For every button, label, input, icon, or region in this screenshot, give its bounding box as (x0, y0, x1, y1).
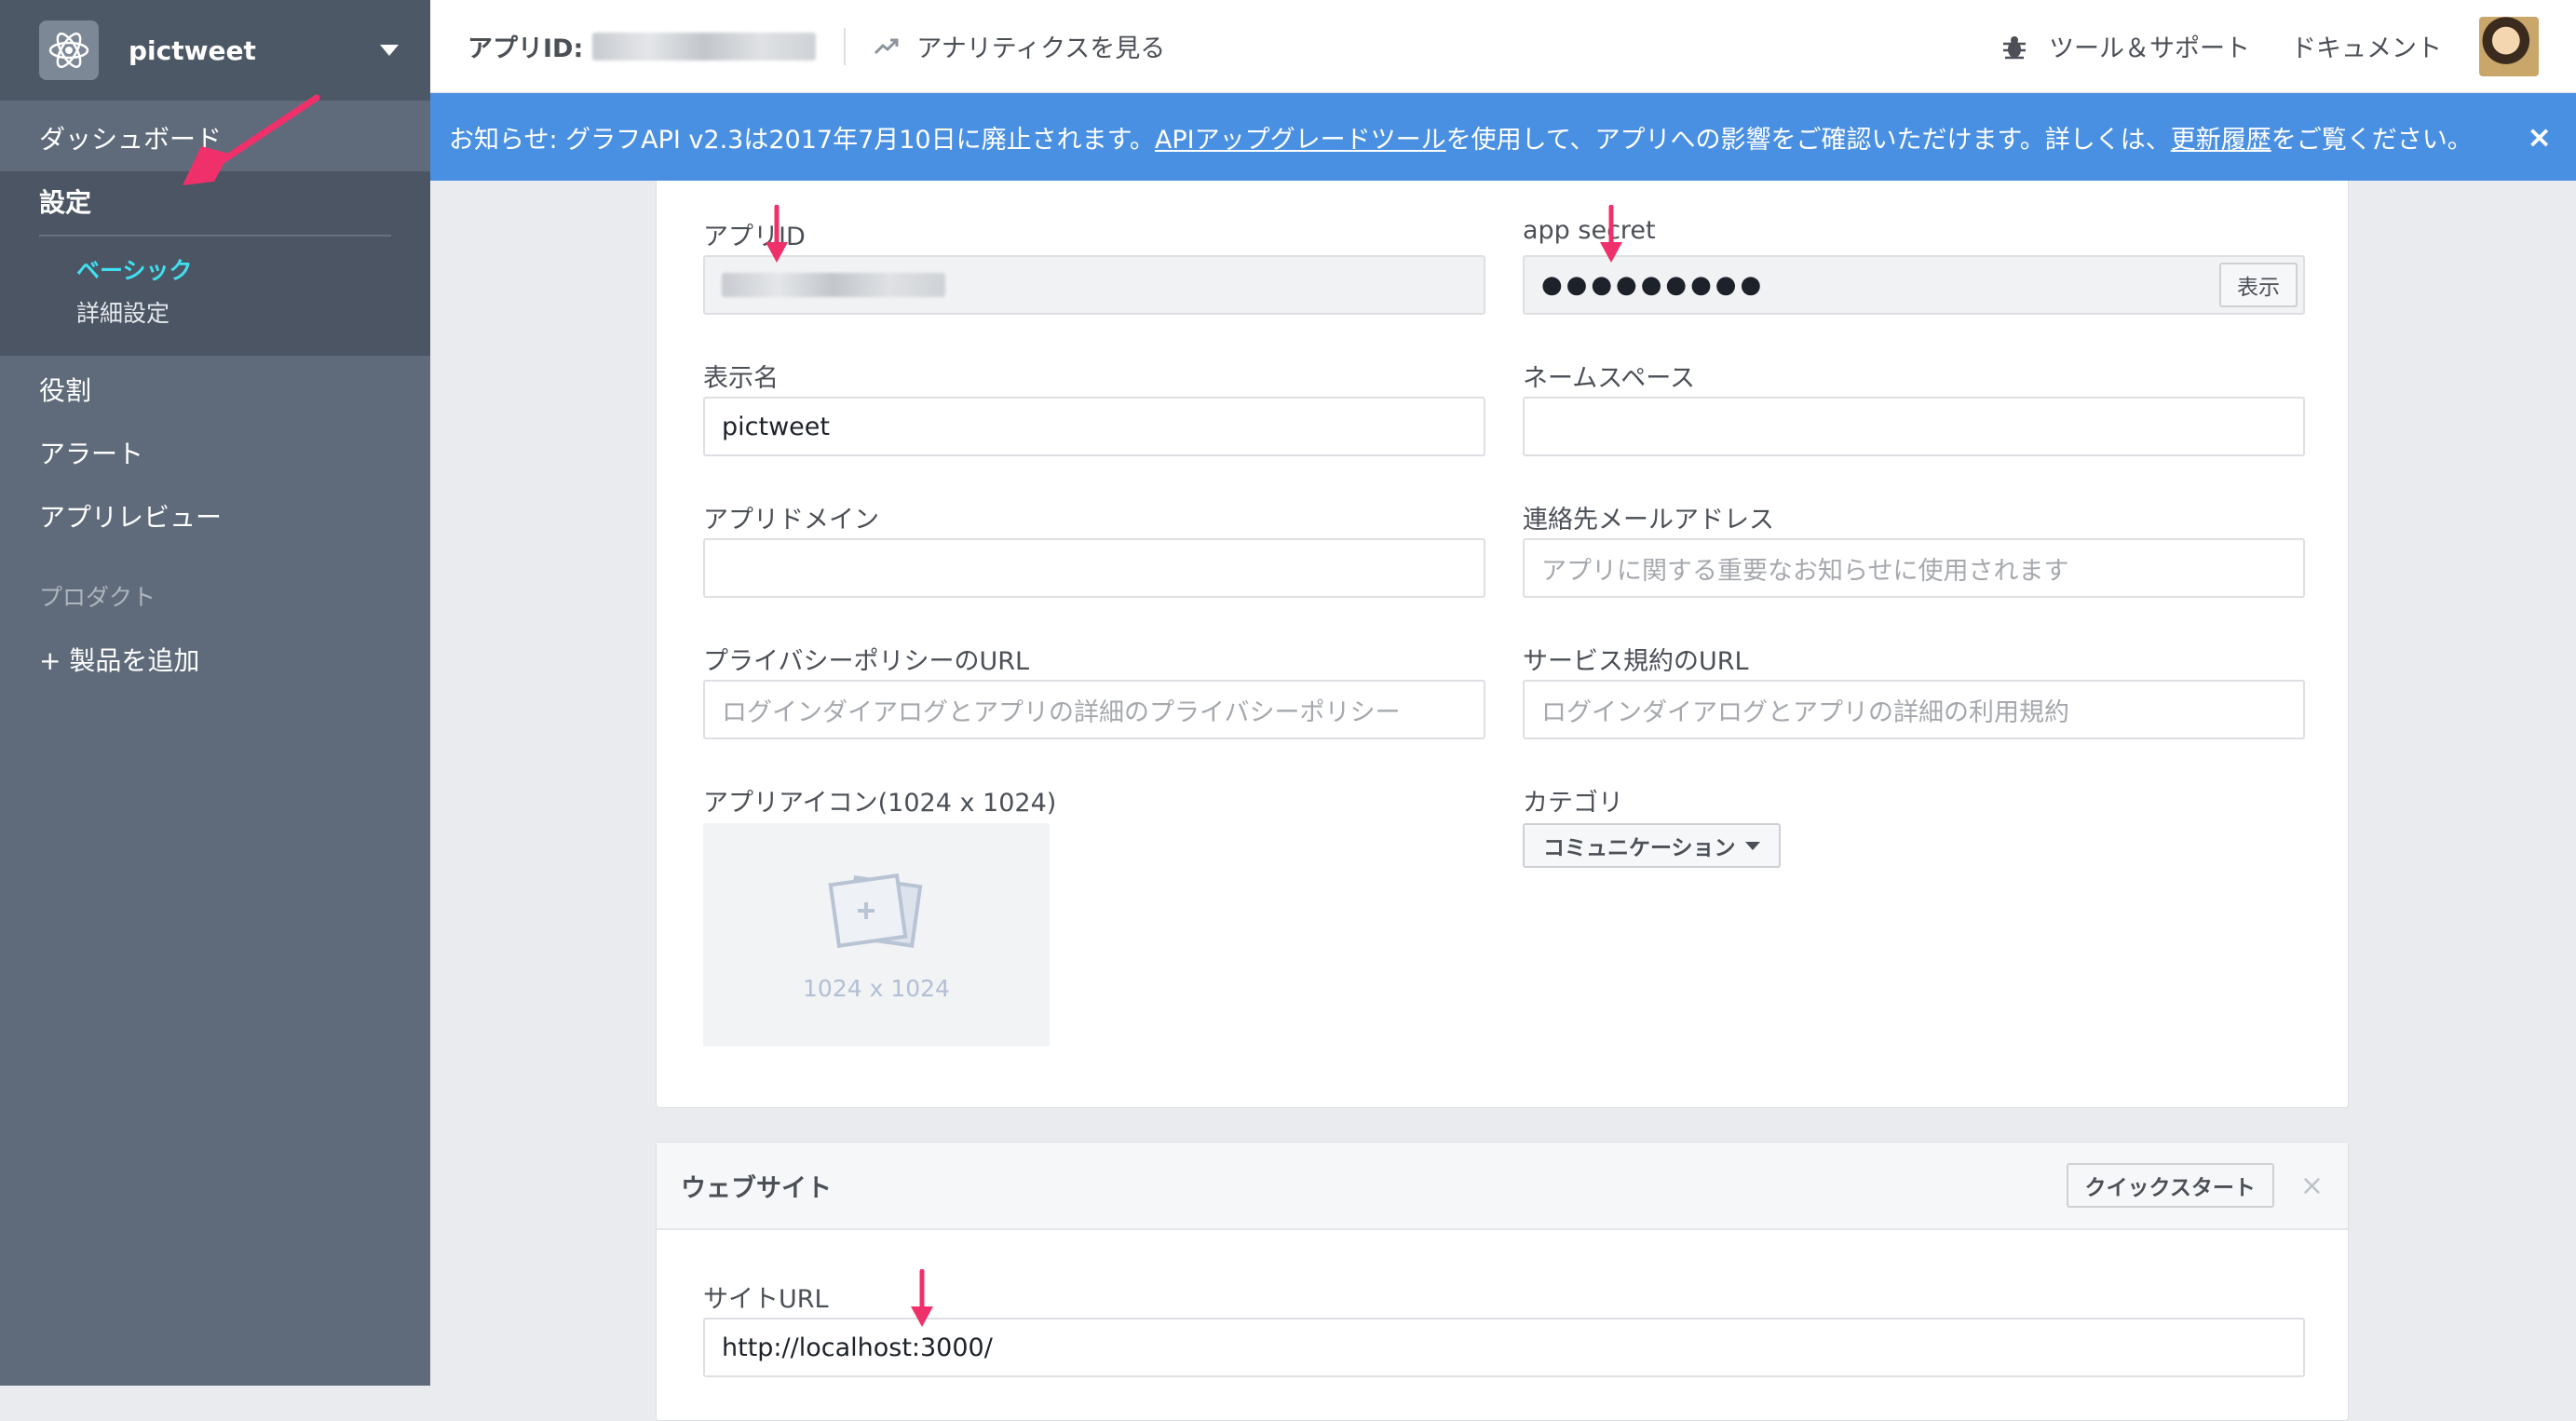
app-id-value-redacted (592, 32, 817, 61)
analytics-label: アナリティクスを見る (916, 34, 1166, 63)
category-label: カテゴリ (1523, 789, 1623, 818)
app-id-label: アプリID: (468, 34, 584, 63)
sidebar: pictweet ダッシュボード 設定 ベーシック 詳細設定 役割 アラート ア… (0, 0, 430, 1386)
site-url-input[interactable]: http://localhost:3000/ (703, 1318, 2305, 1377)
category-dropdown[interactable]: コミュニケーション (1523, 823, 1781, 868)
sidebar-subitem-advanced[interactable]: 詳細設定 (0, 292, 430, 335)
site-url-value: http://localhost:3000/ (722, 1333, 993, 1362)
annotation-arrow (911, 1269, 933, 1327)
basic-settings-card: アプリID app secret ●●●●●●●●● 表示 表示名 pictwe… (656, 181, 2349, 1108)
annotation-arrow (766, 205, 788, 263)
trend-up-icon (874, 38, 899, 54)
namespace-input[interactable] (1523, 397, 2305, 456)
category-value: コミュニケーション (1543, 836, 1736, 860)
deprecation-notice: お知らせ: グラフAPI v2.3は2017年7月10日に廃止されます。 API… (430, 93, 2576, 181)
app-icon-field: アプリアイコン(1024 x 1024) 1024 x 1024 (703, 782, 1056, 1047)
tos-url-field: サービス規約のURL ログインダイアログとアプリの詳細の利用規約 (1523, 641, 2305, 739)
sidebar-item-app-review[interactable]: アプリレビュー (0, 486, 430, 549)
sidebar-divider (39, 235, 391, 237)
chevron-down-icon[interactable] (380, 45, 399, 56)
docs-link[interactable]: ドキュメント (2291, 28, 2442, 64)
site-url-field: サイトURL http://localhost:3000/ (703, 1279, 2305, 1377)
tos-url-placeholder: ログインダイアログとアプリの詳細の利用規約 (1541, 697, 2069, 727)
close-icon[interactable]: × (2300, 1170, 2324, 1202)
website-platform-card: ウェブサイト クイックスタート × サイトURL http://localhos… (656, 1142, 2349, 1421)
show-secret-button[interactable]: 表示 (2219, 263, 2298, 307)
topbar-right: ツール＆サポート ドキュメント (2000, 16, 2539, 76)
tools-support-link[interactable]: ツール＆サポート (2049, 28, 2250, 64)
app-domains-field: アプリドメイン (703, 499, 1485, 598)
display-name-value: pictweet (722, 412, 830, 441)
tos-url-input[interactable]: ログインダイアログとアプリの詳細の利用規約 (1523, 680, 2305, 739)
notice-text-prefix: お知らせ: グラフAPI v2.3は2017年7月10日に廃止されます。 (449, 125, 1155, 155)
app-domains-input[interactable] (703, 538, 1485, 598)
app-secret-masked: ●●●●●●●●● (1541, 271, 1766, 299)
privacy-url-placeholder: ログインダイアログとアプリの詳細のプライバシーポリシー (722, 697, 1401, 727)
tos-url-label: サービス規約のURL (1523, 647, 1749, 676)
contact-email-label: 連絡先メールアドレス (1523, 506, 1774, 535)
app-id-field: アプリID (703, 216, 1485, 315)
sidebar-settings-group: 設定 ベーシック 詳細設定 (0, 171, 430, 356)
app-name: pictweet (129, 34, 256, 66)
add-product-link[interactable]: + 製品を追加 (0, 629, 430, 693)
site-url-label: サイトURL (703, 1285, 829, 1314)
image-placeholder-icon (828, 873, 923, 948)
notice-text-suffix: をご覧ください。 (2271, 125, 2473, 155)
annotation-arrow (183, 94, 320, 185)
notice-text-middle: を使用して、アプリへの影響をご確認いただけます。詳しくは、 (1445, 125, 2171, 155)
changelog-link[interactable]: 更新履歴 (2171, 119, 2271, 156)
quickstart-button[interactable]: クイックスタート (2066, 1163, 2274, 1208)
privacy-url-field: プライバシーポリシーのURL ログインダイアログとアプリの詳細のプライバシーポリ… (703, 641, 1485, 739)
app-icon-label: アプリアイコン(1024 x 1024) (703, 789, 1057, 818)
app-secret-field: app secret ●●●●●●●●● 表示 (1523, 216, 2305, 315)
caret-down-icon (1744, 841, 1760, 850)
analytics-link[interactable]: アナリティクスを見る (874, 28, 1165, 64)
app-secret-field-label: app secret (1523, 216, 1656, 245)
contact-email-placeholder: アプリに関する重要なお知らせに使用されます (1541, 556, 2069, 586)
atom-icon (39, 20, 99, 80)
avatar[interactable] (2479, 16, 2539, 76)
privacy-url-input[interactable]: ログインダイアログとアプリの詳細のプライバシーポリシー (703, 680, 1485, 739)
bug-icon[interactable] (2000, 33, 2028, 61)
app-id-field-label: アプリID (703, 223, 806, 251)
annotation-arrow (1600, 205, 1622, 263)
website-title: ウェブサイト (681, 1173, 832, 1203)
category-field: カテゴリ コミュニケーション (1523, 782, 1781, 868)
sidebar-section-products: プロダクト (39, 584, 156, 611)
app-switcher[interactable]: pictweet (0, 0, 430, 101)
privacy-url-label: プライバシーポリシーのURL (703, 647, 1030, 676)
topbar: アプリID: アナリティクスを見る ツール＆サポート ドキュメント (430, 0, 2576, 93)
app-id-input[interactable] (703, 255, 1485, 315)
topbar-divider (844, 27, 847, 65)
app-icon-size: 1024 x 1024 (803, 974, 950, 1002)
website-card-header: ウェブサイト クイックスタート × (657, 1143, 2348, 1230)
namespace-field: ネームスペース (1523, 358, 2305, 456)
app-domains-label: アプリドメイン (703, 506, 879, 535)
display-name-input[interactable]: pictweet (703, 397, 1485, 456)
app-id-redacted (722, 273, 945, 297)
contact-email-field: 連絡先メールアドレス アプリに関する重要なお知らせに使用されます (1523, 499, 2305, 598)
display-name-label: 表示名 (703, 364, 779, 393)
close-icon[interactable]: × (2521, 119, 2557, 155)
app-secret-input[interactable]: ●●●●●●●●● 表示 (1523, 255, 2305, 315)
sidebar-item-alerts[interactable]: アラート (0, 423, 430, 486)
api-upgrade-tool-link[interactable]: APIアップグレードツール (1155, 119, 1446, 156)
contact-email-input[interactable]: アプリに関する重要なお知らせに使用されます (1523, 538, 2305, 598)
sidebar-subitem-basic[interactable]: ベーシック (0, 250, 430, 292)
sidebar-item-roles[interactable]: 役割 (0, 359, 430, 423)
namespace-label: ネームスペース (1523, 364, 1695, 393)
app-icon-upload[interactable]: 1024 x 1024 (703, 823, 1050, 1047)
display-name-field: 表示名 pictweet (703, 358, 1485, 456)
